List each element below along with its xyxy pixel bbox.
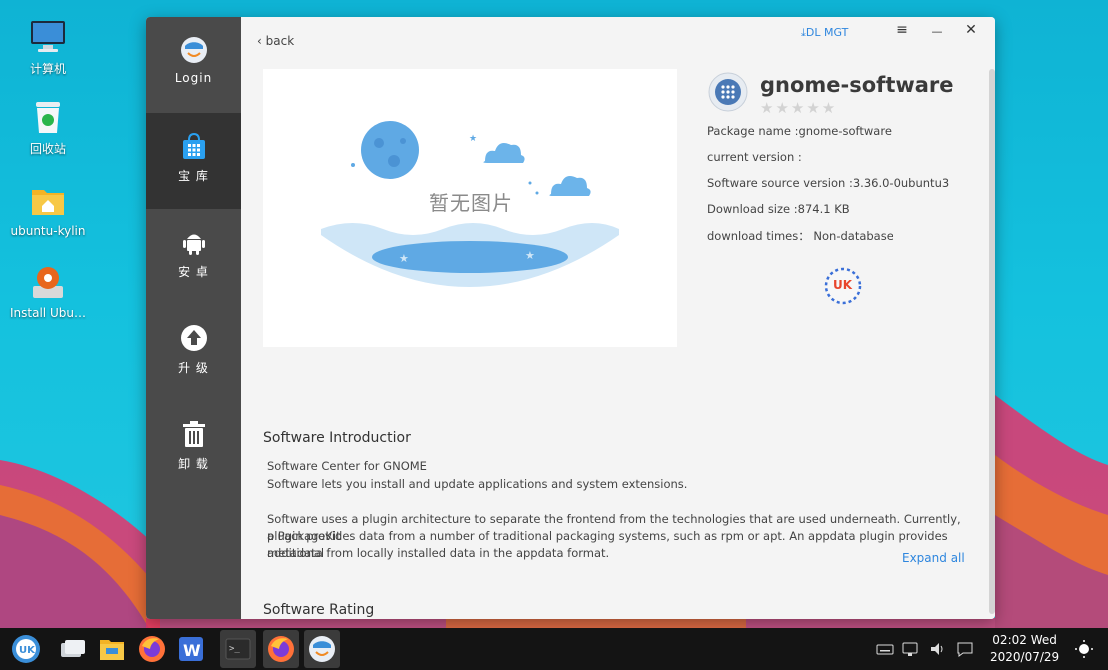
expand-all-link[interactable]: Expand all bbox=[902, 551, 965, 565]
network-icon[interactable] bbox=[901, 639, 921, 659]
firefox-icon[interactable] bbox=[137, 634, 167, 664]
intro-line: Software lets you install and update app… bbox=[267, 477, 688, 491]
no-image-placeholder: 暂无图片 bbox=[429, 191, 513, 215]
intro-line: metadata from locally installed data in … bbox=[267, 546, 610, 560]
desktop-icon-computer[interactable]: 计算机 bbox=[6, 18, 90, 77]
download-manager-label: DL MGT bbox=[805, 26, 849, 39]
install-button-label: UK bbox=[833, 278, 853, 292]
svg-text:★: ★ bbox=[469, 134, 477, 144]
svg-text:>_: >_ bbox=[229, 644, 240, 654]
app-icon bbox=[708, 72, 748, 112]
sidebar-item-store[interactable]: 宝 库 bbox=[146, 113, 241, 209]
notification-icon[interactable] bbox=[955, 639, 975, 659]
install-button[interactable]: UK bbox=[823, 266, 863, 306]
sidebar-item-label: 卸 载 bbox=[178, 457, 209, 471]
sidebar-item-upgrade[interactable]: 升 级 bbox=[146, 305, 241, 401]
main-panel: ‹ back ⤓DL MGT ≡ — ✕ ★ ★ ★ 暂无图片 gnome-so… bbox=[241, 17, 995, 619]
desktop-icon-trash[interactable]: 回收站 bbox=[6, 98, 90, 157]
sidebar: Login 宝 库 安 卓 升 级 卸 载 bbox=[146, 17, 241, 619]
desktop-icon-label: 回收站 bbox=[29, 142, 66, 156]
intro-title: Software Introductior bbox=[263, 430, 411, 446]
rating-stars: ★★★★★ bbox=[760, 99, 838, 117]
installer-icon bbox=[33, 267, 63, 298]
android-icon bbox=[182, 234, 205, 255]
desktop-icon-home-folder[interactable]: ubuntu-kylin bbox=[6, 182, 90, 238]
intro-line: Software Center for GNOME bbox=[267, 459, 427, 473]
scrollbar[interactable] bbox=[989, 69, 995, 614]
close-button[interactable]: ✕ bbox=[959, 22, 983, 38]
terminal-icon[interactable]: >_ bbox=[223, 634, 253, 664]
download-times: download times： Non-database se bbox=[707, 229, 893, 243]
desktop-icon-label: ubuntu-kylin bbox=[10, 224, 86, 238]
file-manager-icon[interactable] bbox=[97, 634, 127, 664]
desktop-wave-left bbox=[0, 460, 160, 630]
firefox-running-icon[interactable] bbox=[266, 634, 296, 664]
app-title: gnome-software bbox=[760, 73, 954, 97]
screenshot-preview: ★ ★ ★ 暂无图片 bbox=[263, 69, 677, 347]
keyboard-icon[interactable] bbox=[875, 639, 895, 659]
rating-section-title: Software Rating bbox=[263, 602, 375, 618]
svg-text:★: ★ bbox=[525, 249, 535, 262]
sidebar-item-label: 安 卓 bbox=[178, 265, 209, 279]
trash-icon bbox=[182, 421, 205, 447]
upgrade-arrow-icon bbox=[180, 325, 207, 351]
desktop-icon-install[interactable]: Install Ubu… bbox=[6, 264, 90, 320]
software-center-icon[interactable] bbox=[307, 634, 337, 664]
svg-text:UK: UK bbox=[19, 645, 36, 656]
download-manager-button[interactable]: ⤓DL MGT bbox=[801, 26, 848, 40]
minimize-button[interactable]: — bbox=[925, 25, 949, 38]
sidebar-item-label: Login bbox=[174, 71, 213, 85]
svg-text:W: W bbox=[183, 641, 201, 660]
taskbar: UK W >_ 02:02 Wed 2020/07/29 bbox=[0, 628, 1108, 670]
menu-button[interactable]: ≡ bbox=[890, 22, 914, 38]
shopping-bag-icon bbox=[182, 132, 205, 159]
volume-icon[interactable] bbox=[928, 639, 948, 659]
desktop-wave-right bbox=[995, 395, 1108, 628]
back-label: back bbox=[265, 34, 295, 48]
download-size: Download size :874.1 KB bbox=[707, 202, 850, 216]
folder-icon bbox=[32, 190, 64, 215]
clock-time: 02:02 Wed bbox=[992, 633, 1057, 647]
desktop-icon-label: Install Ubu… bbox=[10, 306, 86, 320]
multitask-view-icon[interactable] bbox=[57, 634, 87, 664]
sidebar-item-android[interactable]: 安 卓 bbox=[146, 209, 241, 305]
clock[interactable]: 02:02 Wed 2020/07/29 bbox=[990, 632, 1059, 666]
start-menu-icon[interactable]: UK bbox=[11, 634, 41, 664]
software-center-window: Login 宝 库 安 卓 升 级 卸 载 ‹ back ⤓DL MGT ≡ —… bbox=[146, 17, 995, 619]
sidebar-item-uninstall[interactable]: 卸 载 bbox=[146, 401, 241, 497]
trash-icon bbox=[36, 102, 60, 133]
current-version: current version : bbox=[707, 150, 802, 164]
back-button[interactable]: ‹ back bbox=[257, 34, 294, 48]
sidebar-item-label: 升 级 bbox=[178, 361, 209, 375]
clock-date: 2020/07/29 bbox=[990, 650, 1060, 664]
login-avatar-icon bbox=[180, 37, 207, 63]
computer-icon bbox=[31, 21, 65, 52]
package-name: Package name :gnome-software bbox=[707, 124, 892, 138]
night-mode-icon[interactable] bbox=[1074, 639, 1094, 659]
wps-writer-icon[interactable]: W bbox=[176, 634, 206, 664]
sidebar-item-login[interactable]: Login bbox=[146, 17, 241, 113]
desktop-icon-label: 计算机 bbox=[29, 62, 66, 76]
source-version: Software source version :3.36.0-0ubuntu3 bbox=[707, 176, 950, 190]
chevron-left-icon: ‹ bbox=[257, 34, 262, 48]
sidebar-item-label: 宝 库 bbox=[178, 169, 209, 183]
svg-text:★: ★ bbox=[399, 252, 409, 265]
